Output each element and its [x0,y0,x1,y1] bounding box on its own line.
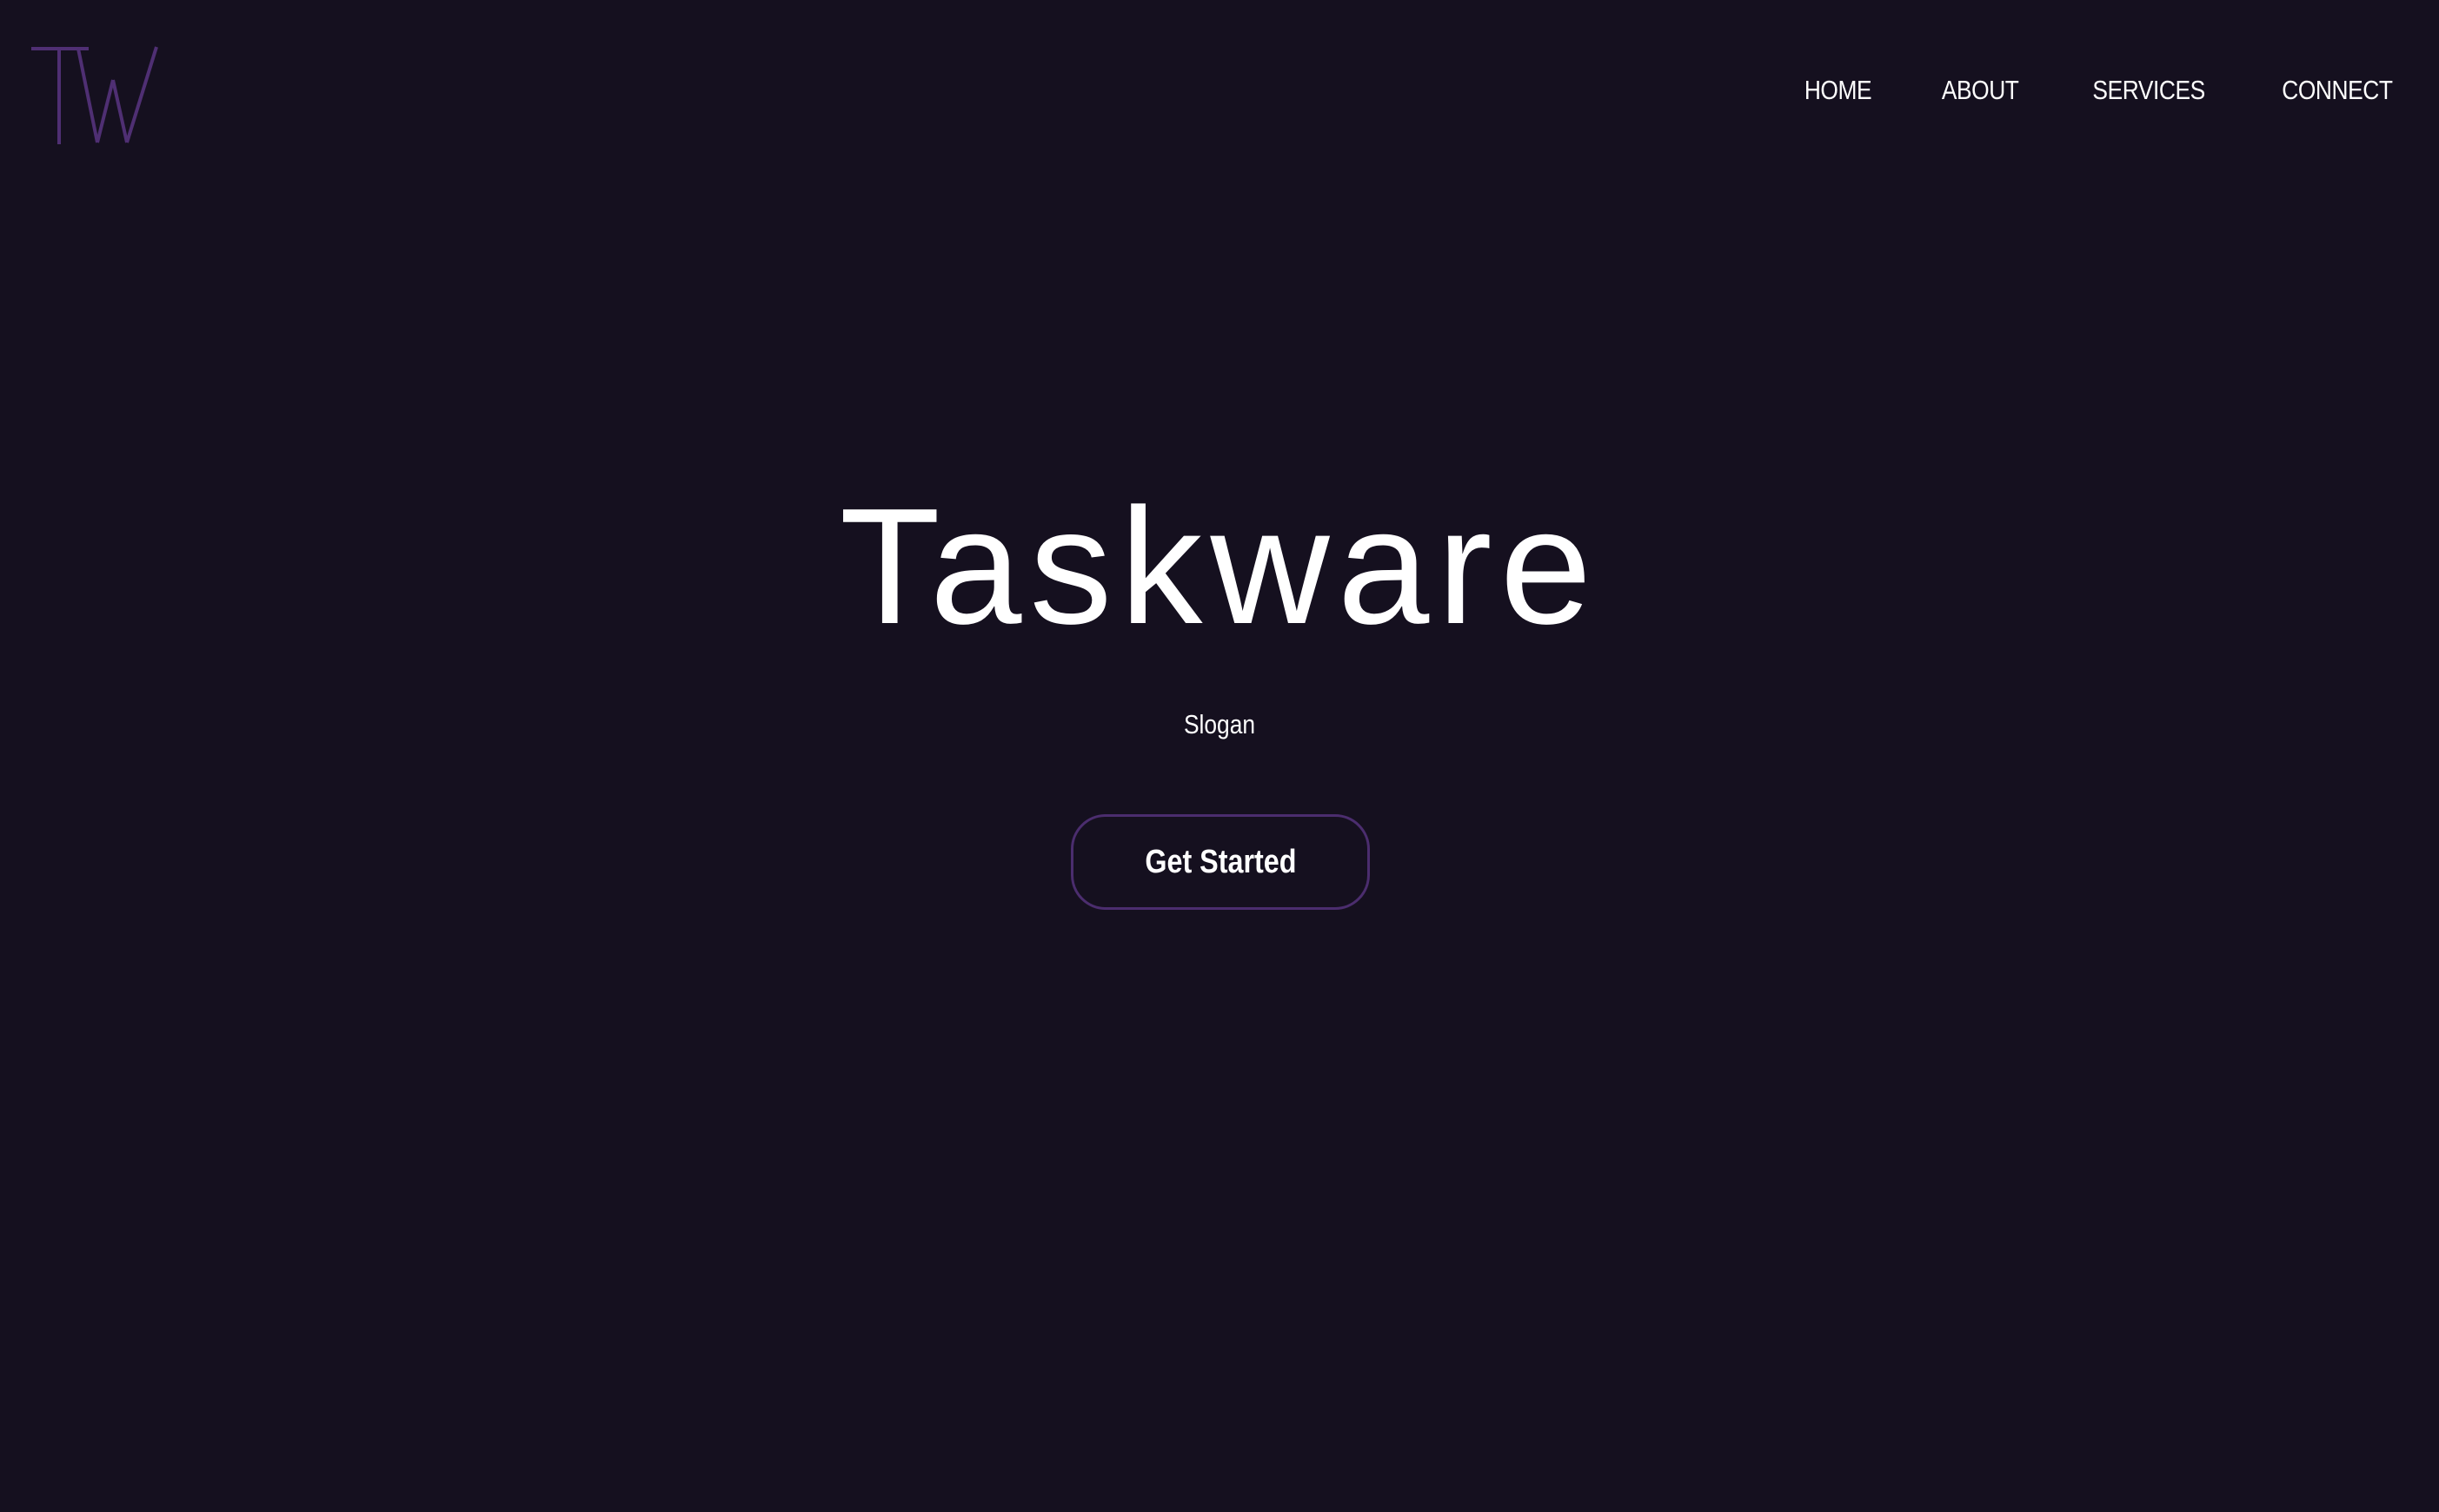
tw-logo-icon [31,46,158,144]
get-started-button[interactable]: Get Started [1071,814,1370,910]
nav-services[interactable]: SERVICES [2092,70,2205,111]
get-started-label: Get Started [1144,843,1297,880]
nav-about[interactable]: ABOUT [1942,70,2019,111]
hero-title: Taskware [839,474,1600,659]
landing-page: HOME ABOUT SERVICES CONNECT Taskware Slo… [0,0,2439,1512]
nav-home[interactable]: HOME [1804,70,1872,111]
nav-connect[interactable]: CONNECT [2282,70,2393,111]
main-nav: HOME ABOUT SERVICES CONNECT [1798,70,2402,111]
hero-slogan: Slogan [1183,709,1256,739]
brand-logo[interactable] [30,45,160,148]
